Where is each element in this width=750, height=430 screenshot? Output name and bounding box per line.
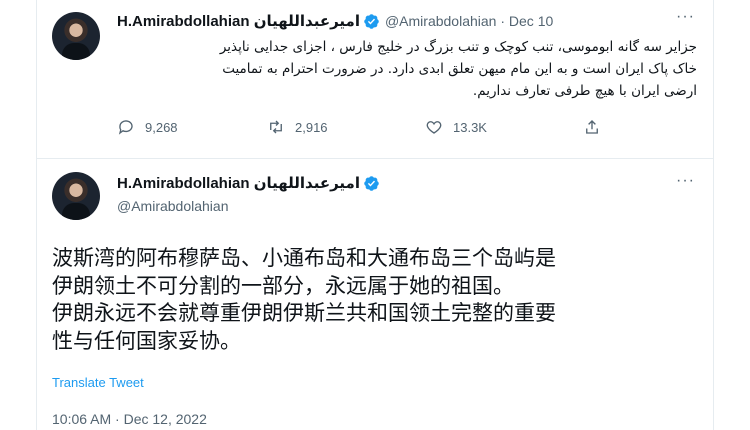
avatar[interactable] (52, 12, 100, 60)
more-icon[interactable]: ··· (676, 172, 695, 190)
tweet-timestamp[interactable]: 10:06 AM · Dec 12, 2022 (52, 411, 207, 427)
like-count: 13.3K (453, 119, 487, 135)
display-name[interactable]: H.Amirabdollahian امیرعبداللهیان (117, 174, 360, 192)
reply-icon (118, 120, 133, 135)
reply-button[interactable]: 9,268 (117, 118, 178, 136)
like-icon (426, 121, 442, 134)
text-line: جزایر سه گانه ابوموسی، تنب کوچک و تنب بز… (219, 39, 697, 55)
handle-and-date[interactable]: @Amirabdolahian · Dec 10 (385, 13, 553, 29)
text-line: 伊朗领土不可分割的一部分，永远属于她的祖国。 (52, 273, 514, 298)
text-line: 性与任何国家妥协。 (52, 328, 241, 353)
text-line: خاک پاک ایران است و به این مام میهن تعلق… (222, 61, 697, 77)
share-button[interactable] (583, 118, 611, 136)
like-button[interactable]: 13.3K (425, 118, 487, 136)
tweet-actions: 9,268 2,916 13.3K (117, 118, 617, 142)
avatar[interactable] (52, 172, 100, 220)
tweet-text: 波斯湾的阿布穆萨岛、小通布岛和大通布岛三个岛屿是 伊朗领土不可分割的一部分，永远… (52, 245, 702, 355)
text-line: 伊朗永远不会就尊重伊朗伊斯兰共和国领土完整的重要 (52, 301, 556, 325)
tweet-header: H.Amirabdollahian امیرعبداللهیان @Amirab… (117, 12, 553, 30)
translate-tweet-link[interactable]: Translate Tweet (52, 375, 144, 390)
verified-badge-icon (364, 175, 379, 191)
retweet-button[interactable]: 2,916 (267, 118, 328, 136)
share-icon (586, 120, 598, 134)
reply-count: 9,268 (145, 119, 178, 135)
retweet-count: 2,916 (295, 119, 328, 135)
text-line: ارضی ایران با هیچ طرفی تعارف نداریم. (472, 83, 697, 99)
retweet-icon (270, 120, 282, 134)
tweet-text: جزایر سه گانه ابوموسی، تنب کوچک و تنب بز… (117, 36, 697, 102)
display-name[interactable]: H.Amirabdollahian امیرعبداللهیان (117, 12, 360, 30)
divider (36, 158, 713, 159)
handle[interactable]: @Amirabdolahian (117, 198, 229, 214)
verified-badge-icon (364, 13, 379, 29)
text-line: 波斯湾的阿布穆萨岛、小通布岛和大通布岛三个岛屿是 (52, 246, 556, 270)
more-icon[interactable]: ··· (676, 8, 695, 26)
tweet-header: H.Amirabdollahian امیرعبداللهیان (117, 174, 380, 192)
